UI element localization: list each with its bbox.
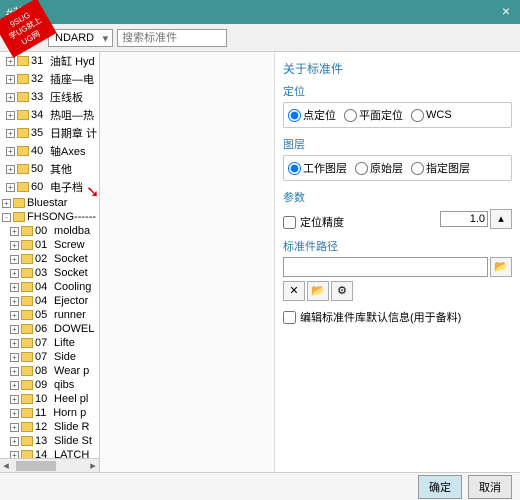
path-input[interactable] [283, 257, 488, 277]
tree-node[interactable]: +05 runner [10, 308, 99, 322]
tree-node[interactable]: +01 Screw [10, 238, 99, 252]
spin-arrows-icon[interactable]: ▴ [490, 209, 512, 229]
tree-node[interactable]: +33 压线板 [0, 88, 99, 106]
cancel-button[interactable]: 取消 [468, 475, 512, 499]
tree-node[interactable]: +02 Socket [10, 252, 99, 266]
tree-node-fhsong[interactable]: -FHSONG------ [0, 210, 99, 224]
tree-node[interactable]: +34 热咀—热 [0, 106, 99, 124]
tree-node[interactable]: +04 Ejector [10, 294, 99, 308]
delete-icon[interactable]: ✕ [283, 281, 305, 301]
group-position-label: 定位 [283, 83, 512, 99]
check-edit-defaults[interactable]: 编辑标准件库默认信息(用于备料) [283, 309, 512, 325]
tree-node[interactable]: +12 Slide R [10, 420, 99, 434]
tree-node[interactable]: +04 Cooling [10, 280, 99, 294]
properties-panel: 关于标准件 定位 点定位 平面定位 WCS 图层 工作图层 原始层 指定图层 参… [275, 52, 520, 472]
tree-node[interactable]: +11 Horn p [10, 406, 99, 420]
tree-node[interactable]: +40 轴Axes [0, 142, 99, 160]
tree-node[interactable]: +35 日期章 计 [0, 124, 99, 142]
radio-point[interactable]: 点定位 [288, 107, 336, 123]
radio-wcs[interactable]: WCS [411, 109, 452, 122]
radio-spec-layer[interactable]: 指定图层 [411, 160, 470, 176]
radio-work-layer[interactable]: 工作图层 [288, 160, 347, 176]
check-precision[interactable]: 定位精度 [283, 214, 344, 230]
precision-input[interactable] [440, 211, 488, 227]
h-scrollbar[interactable]: ◂▸ [0, 458, 99, 472]
red-arrow-icon: ➘ [86, 182, 99, 202]
tree-node[interactable]: +07 Side [10, 350, 99, 364]
tree-node[interactable]: +08 Wear p [10, 364, 99, 378]
tree-node[interactable]: +00 moldba [10, 224, 99, 238]
group-path-label: 标准件路径 [283, 238, 512, 254]
settings-icon[interactable]: ⚙ [331, 281, 353, 301]
tree-node[interactable]: +60 电子档 [0, 178, 99, 196]
group-param-label: 参数 [283, 189, 512, 205]
close-icon[interactable]: × [498, 4, 514, 20]
group-layer-label: 图层 [283, 136, 512, 152]
standard-combo[interactable]: NDARD [48, 29, 113, 47]
tree-panel[interactable]: +31 油缸 Hyd+32 插座—电+33 压线板+34 热咀—热+35 日期章… [0, 52, 100, 472]
tree-node[interactable]: +06 DOWEL [10, 322, 99, 336]
tree-node[interactable]: +09 qibs [10, 378, 99, 392]
open-icon[interactable]: 📂 [307, 281, 329, 301]
ok-button[interactable]: 确定 [418, 475, 462, 499]
preview-area [100, 52, 275, 472]
tree-node[interactable]: +03 Socket [10, 266, 99, 280]
tree-node[interactable]: +50 其他 [0, 160, 99, 178]
panel-title: 关于标准件 [283, 60, 512, 77]
search-input[interactable] [117, 29, 227, 47]
tree-node[interactable]: +32 插座—电 [0, 70, 99, 88]
tree-node[interactable]: +13 Slide St [10, 434, 99, 448]
browse-icon[interactable]: 📂 [490, 257, 512, 277]
footer: 确定 取消 [0, 472, 520, 500]
tree-node[interactable]: +07 Lifte [10, 336, 99, 350]
tree-node-bluestar[interactable]: +Bluestar [0, 196, 99, 210]
radio-orig-layer[interactable]: 原始层 [355, 160, 403, 176]
tree-node[interactable]: +10 Heel pl [10, 392, 99, 406]
radio-plane[interactable]: 平面定位 [344, 107, 403, 123]
toolbar: NDARD [0, 24, 520, 52]
titlebar: #装配) × [0, 0, 520, 24]
